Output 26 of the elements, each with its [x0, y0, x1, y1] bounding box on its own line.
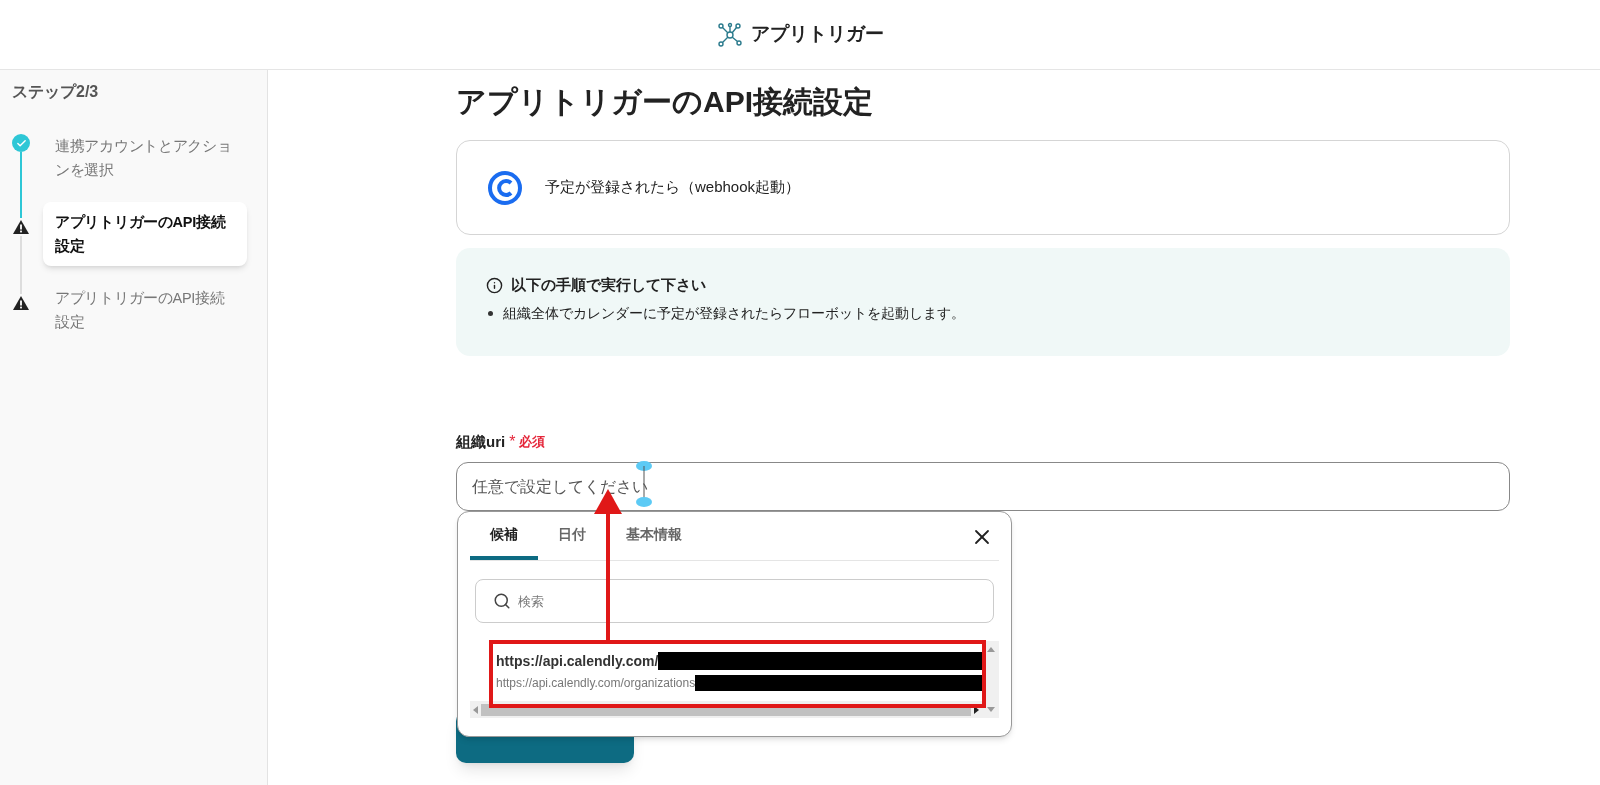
- popup-tab[interactable]: 日付: [538, 512, 606, 560]
- page-title: アプリトリガーのAPI接続設定: [456, 84, 874, 120]
- app-title: アプリトリガー: [750, 22, 884, 47]
- trigger-label: 予定が登録されたら（webhook起動）: [545, 177, 801, 198]
- step-counter: ステップ2/3: [12, 82, 100, 102]
- warning-icon: [12, 218, 30, 236]
- suggestion-item[interactable]: https://api.calendly.com/ https://api.calendly.com/organizations: [470, 641, 982, 701]
- network-logo-icon: [716, 21, 743, 48]
- search-icon: [493, 592, 511, 610]
- popup-tab[interactable]: 候補: [470, 512, 538, 560]
- required-asterisk: *: [509, 432, 516, 452]
- step-item[interactable]: アプリトリガーのAPI接続設定: [43, 202, 247, 266]
- popup-tab[interactable]: 基本情報: [606, 512, 702, 560]
- warning-icon: [12, 294, 30, 312]
- step-item[interactable]: 連携アカウントとアクションを選択: [43, 126, 247, 190]
- c-logo-icon: [487, 169, 523, 206]
- search-field[interactable]: 検索: [475, 579, 994, 623]
- option-subtitle: https://api.calendly.com/organizations: [496, 675, 696, 692]
- info-heading: 以下の手順で実行して下さい: [511, 275, 706, 295]
- field-label: 組織uri: [456, 431, 506, 452]
- info-icon: [486, 276, 503, 294]
- option-title: https://api.calendly.com/: [496, 651, 659, 671]
- required-label: 必須: [519, 433, 546, 452]
- step-item[interactable]: アプリトリガーのAPI接続設定: [43, 278, 247, 342]
- bullet-icon: [488, 310, 493, 316]
- info-text: 組織全体でカレンダーに予定が登録されたらフローボットを起動します。: [503, 303, 965, 323]
